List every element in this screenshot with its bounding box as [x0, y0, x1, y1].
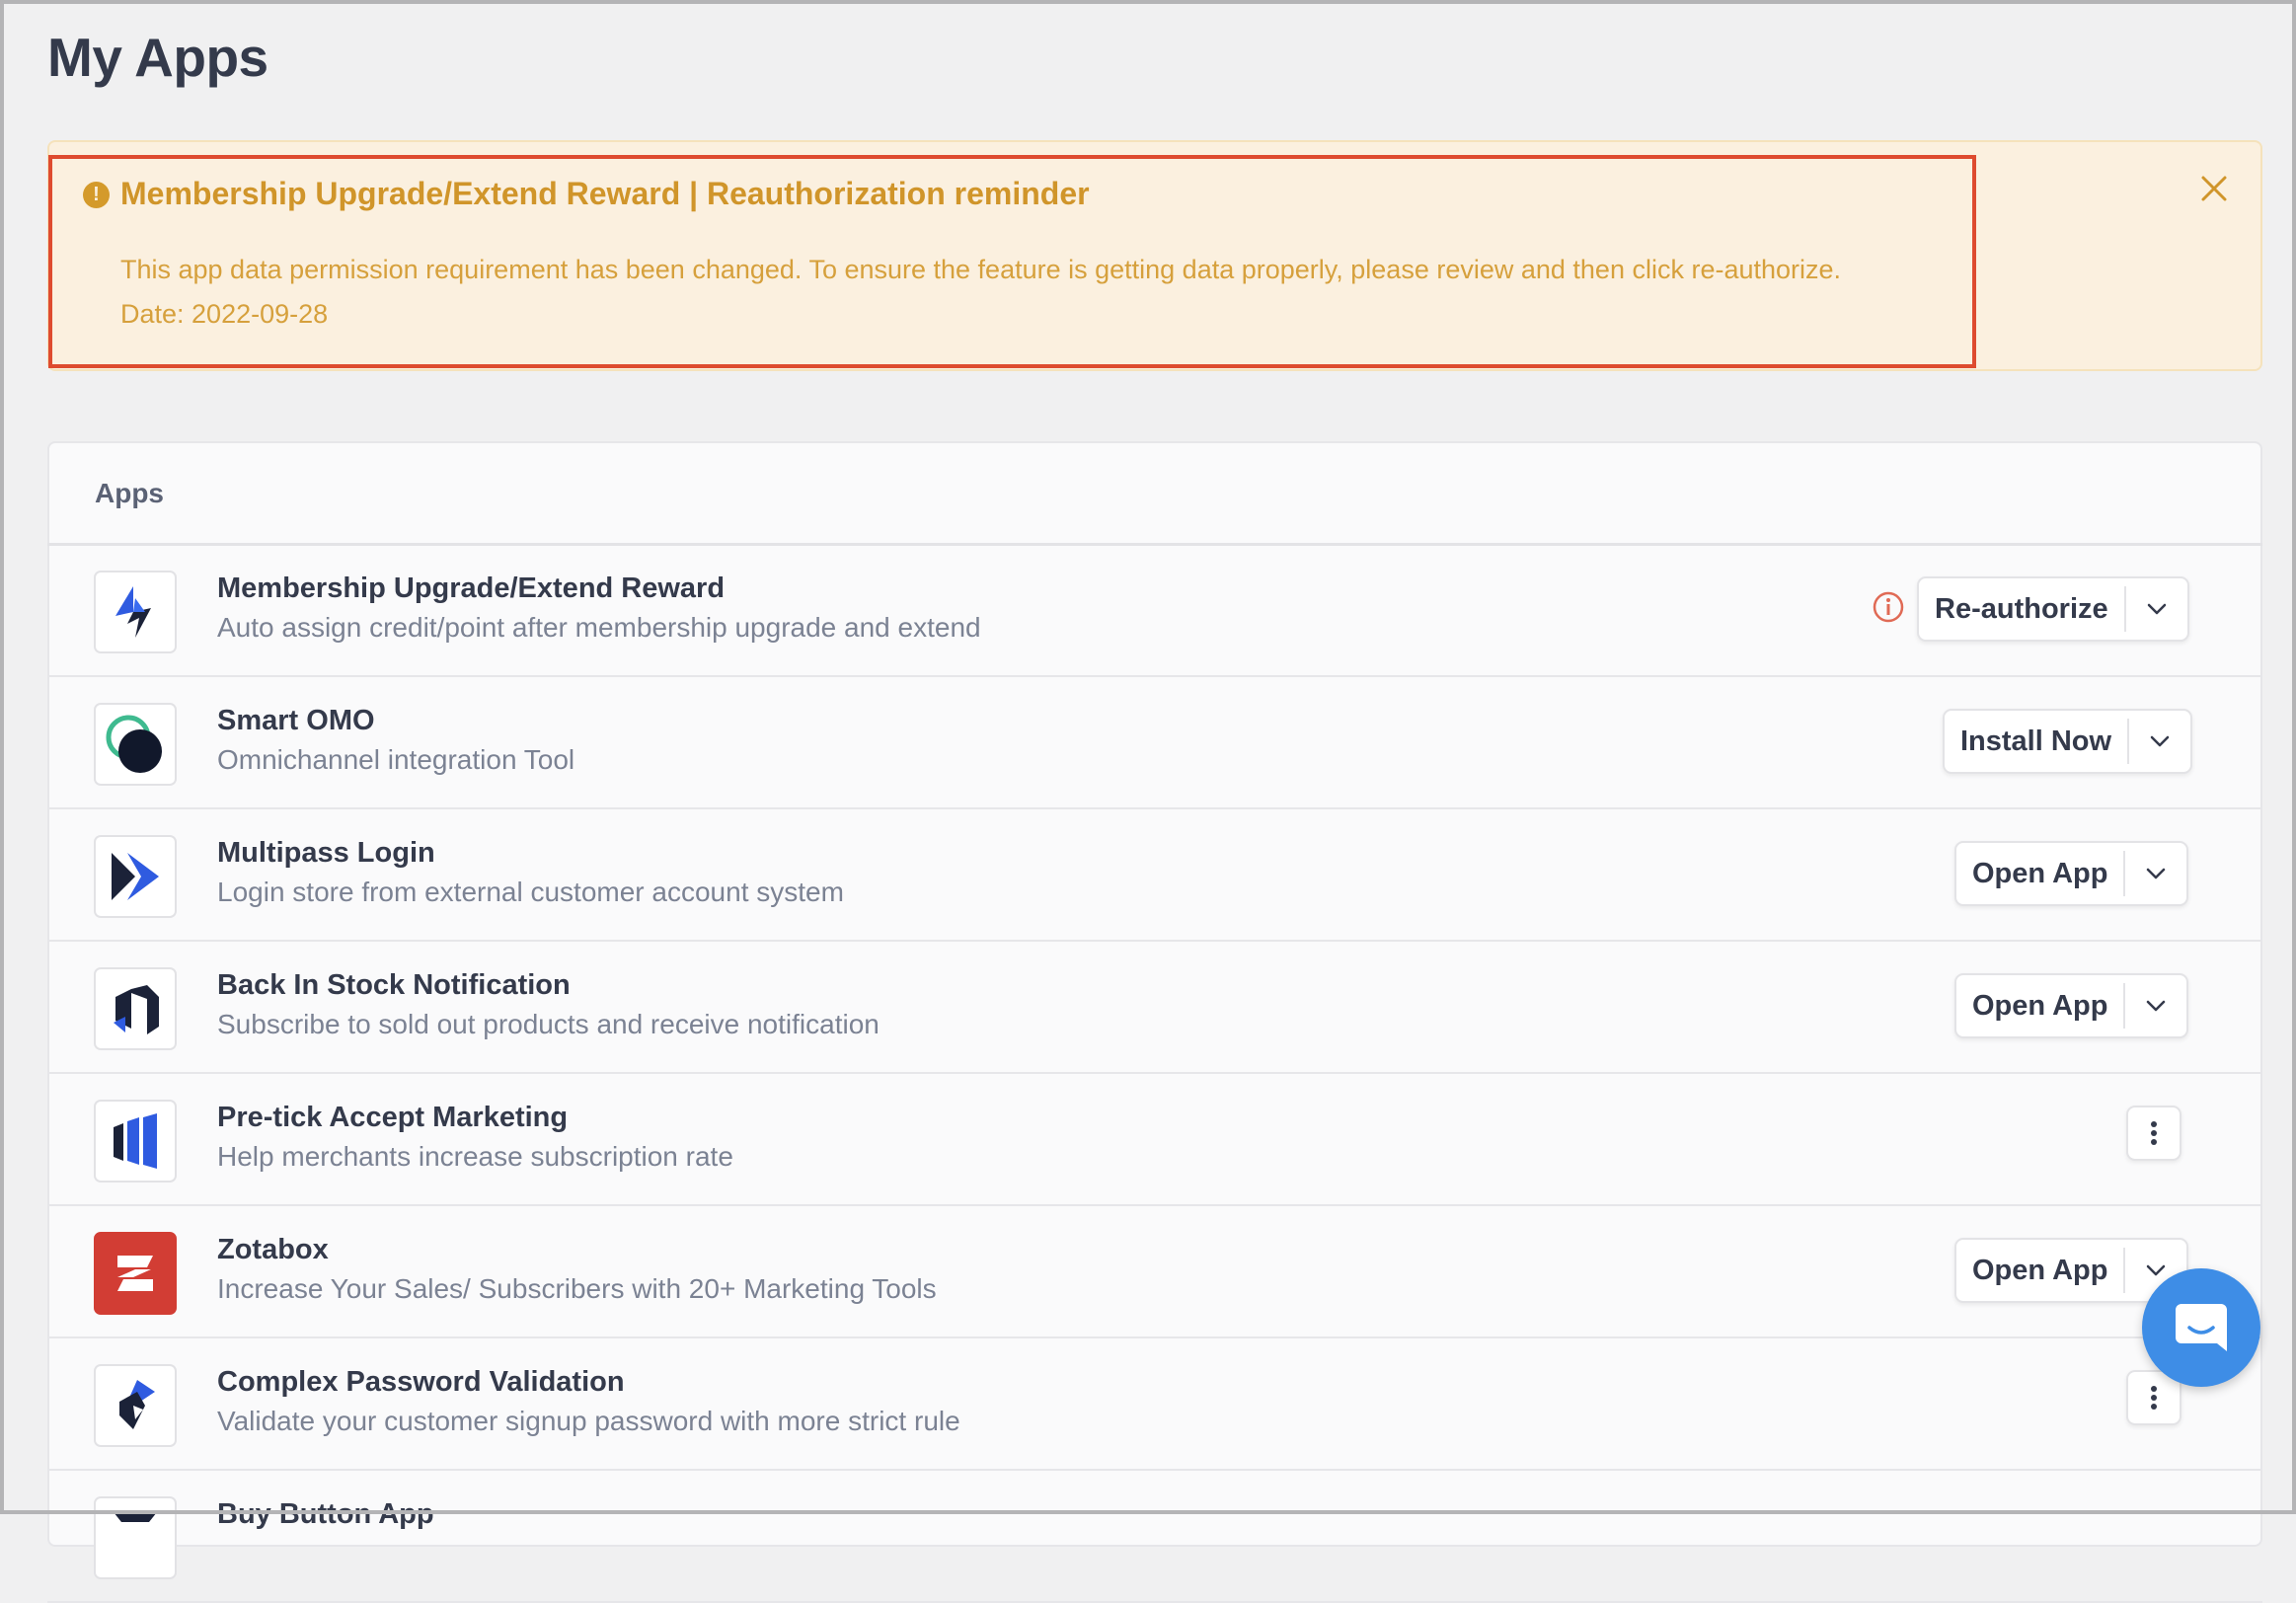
app-description: Help merchants increase subscription rat…: [217, 1141, 733, 1172]
open-app-button[interactable]: Open App: [1954, 973, 2189, 1038]
lightning-icon: [94, 571, 177, 653]
app-row: Smart OMO Omnichannel integration Tool I…: [47, 677, 2262, 809]
app-name[interactable]: Zotabox: [217, 1234, 329, 1266]
app-description: Auto assign credit/point after membershi…: [217, 612, 981, 643]
stock-icon: [94, 967, 177, 1050]
app-name[interactable]: Multipass Login: [217, 837, 435, 870]
app-row: Back In Stock Notification Subscribe to …: [47, 942, 2262, 1074]
app-name[interactable]: Smart OMO: [217, 705, 375, 737]
app-row: Complex Password Validation Validate you…: [47, 1338, 2262, 1471]
app-row: Membership Upgrade/Extend Reward Auto as…: [47, 545, 2262, 677]
app-name[interactable]: Buy Button App: [217, 1498, 434, 1531]
app-row: Pre-tick Accept Marketing Help merchants…: [47, 1074, 2262, 1206]
app-name[interactable]: Back In Stock Notification: [217, 969, 571, 1002]
reauthorize-button[interactable]: Re-authorize: [1917, 576, 2189, 642]
open-app-button[interactable]: Open App: [1954, 841, 2189, 906]
highlight-box: [48, 155, 1976, 368]
marketing-icon: [94, 1100, 177, 1183]
app-name[interactable]: Pre-tick Accept Marketing: [217, 1102, 568, 1134]
install-now-button[interactable]: Install Now: [1943, 709, 2193, 774]
app-row: Zotabox Increase Your Sales/ Subscribers…: [47, 1206, 2262, 1338]
chevron-down-icon[interactable]: [2125, 975, 2186, 1036]
chat-icon[interactable]: [2142, 1268, 2260, 1387]
chevron-down-icon[interactable]: [2129, 711, 2190, 772]
omo-icon: [94, 703, 177, 786]
page-title: My Apps: [47, 27, 268, 88]
multipass-icon: [94, 835, 177, 918]
button-label: Open App: [1972, 857, 2108, 889]
app-description: Subscribe to sold out products and recei…: [217, 1009, 880, 1039]
button-label: Open App: [1972, 989, 2108, 1022]
buy-button-icon: [94, 1496, 177, 1579]
app-description: Validate your customer signup password w…: [217, 1406, 960, 1436]
button-label: Re-authorize: [1935, 592, 2108, 625]
app-row: Multipass Login Login store from externa…: [47, 809, 2262, 942]
zotabox-icon: [94, 1232, 177, 1315]
close-icon[interactable]: [2197, 172, 2231, 205]
app-description: Increase Your Sales/ Subscribers with 20…: [217, 1273, 937, 1304]
button-label: Open App: [1972, 1254, 2108, 1286]
password-icon: [94, 1364, 177, 1447]
app-row: Buy Button App: [47, 1471, 2262, 1603]
app-description: Login store from external customer accou…: [217, 877, 844, 907]
info-icon[interactable]: [1872, 590, 1905, 624]
app-name[interactable]: Complex Password Validation: [217, 1366, 625, 1399]
app-description: Omnichannel integration Tool: [217, 744, 575, 775]
apps-header: Apps: [95, 478, 164, 508]
more-options-button[interactable]: [2126, 1106, 2181, 1161]
button-label: Install Now: [1960, 725, 2112, 757]
app-name[interactable]: Membership Upgrade/Extend Reward: [217, 572, 725, 605]
chevron-down-icon[interactable]: [2125, 843, 2186, 904]
chevron-down-icon[interactable]: [2126, 578, 2187, 640]
